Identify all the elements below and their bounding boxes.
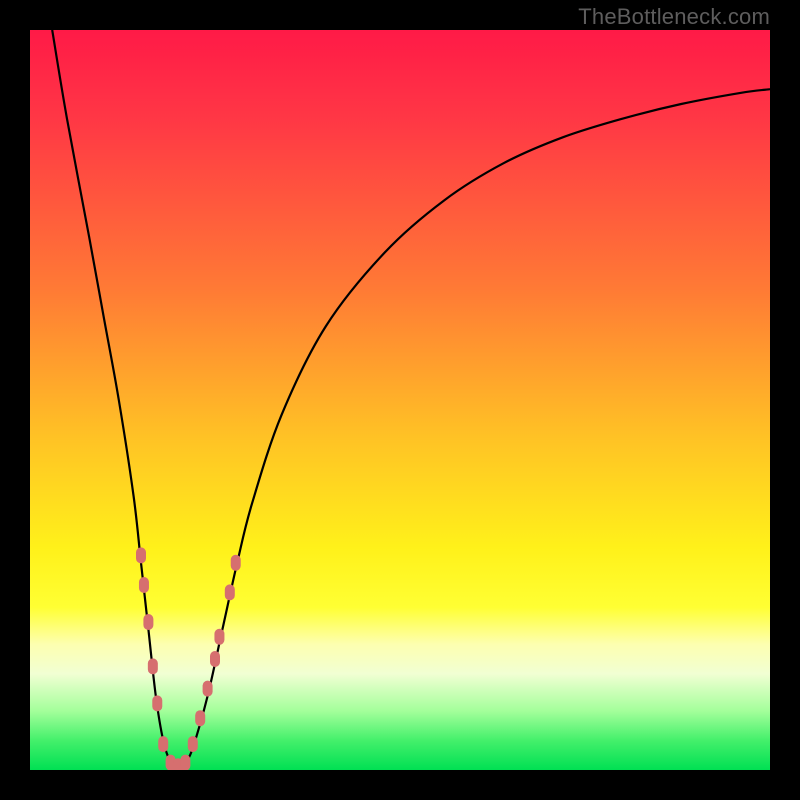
data-marker xyxy=(231,555,241,571)
data-marker xyxy=(214,629,224,645)
plot-area xyxy=(30,30,770,770)
data-marker xyxy=(225,584,235,600)
outer-frame: TheBottleneck.com xyxy=(0,0,800,800)
marker-group xyxy=(136,547,241,770)
curve-layer xyxy=(30,30,770,770)
data-marker xyxy=(148,658,158,674)
data-marker xyxy=(139,577,149,593)
data-marker xyxy=(152,695,162,711)
data-marker xyxy=(180,755,190,770)
data-marker xyxy=(143,614,153,630)
watermark-text: TheBottleneck.com xyxy=(578,4,770,30)
data-marker xyxy=(136,547,146,563)
bottleneck-curve xyxy=(52,30,770,770)
data-marker xyxy=(188,736,198,752)
data-marker xyxy=(195,710,205,726)
data-marker xyxy=(203,681,213,697)
data-marker xyxy=(158,736,168,752)
data-marker xyxy=(210,651,220,667)
